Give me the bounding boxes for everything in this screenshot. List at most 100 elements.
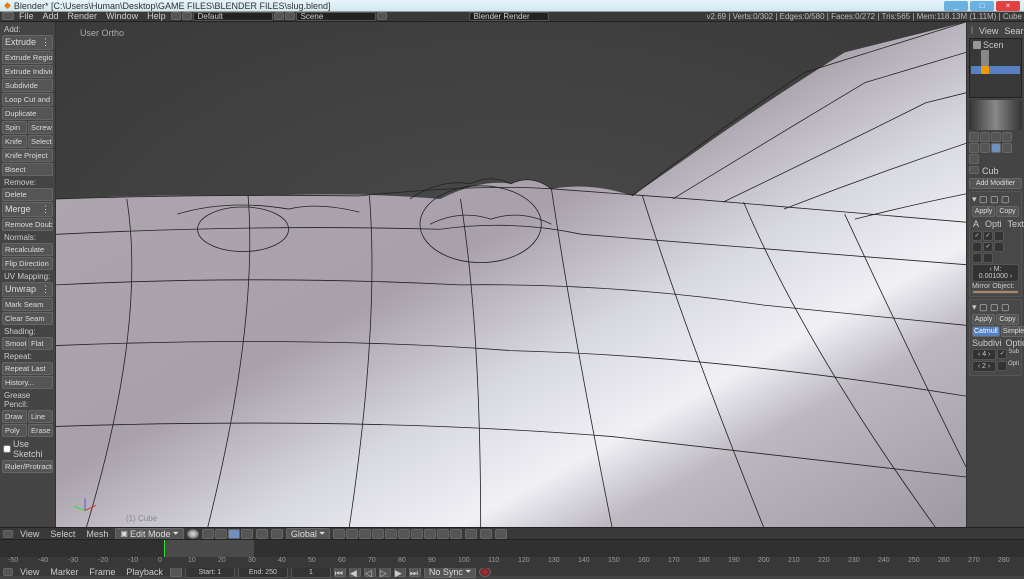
axis-y-check[interactable] (972, 242, 982, 252)
axis-z-check[interactable] (972, 253, 982, 263)
duplicate-button[interactable]: Duplicate (2, 107, 53, 120)
spin-button[interactable]: Spin (2, 121, 27, 134)
smooth-button[interactable]: Smoot (2, 337, 27, 350)
tab-material[interactable] (969, 154, 979, 164)
close-button[interactable]: × (996, 1, 1020, 11)
tab-world[interactable] (1002, 132, 1012, 142)
recalculate-button[interactable]: Recalculate (2, 243, 53, 256)
unwrap-button[interactable]: Unwrap ⋮ (2, 282, 53, 297)
clip-check[interactable] (983, 242, 993, 252)
cube-datablock-icon[interactable] (969, 166, 979, 174)
pivot-icon[interactable] (256, 529, 268, 539)
render-engine[interactable]: Blender Render (469, 12, 549, 21)
merge-button[interactable]: Merge ⋮ (2, 202, 53, 217)
manipulator-icon[interactable] (271, 529, 283, 539)
scene-name[interactable]: Scene (296, 12, 376, 21)
optimal-check[interactable] (997, 361, 1007, 371)
extrude-region-button[interactable]: Extrude Region (2, 51, 53, 64)
tab-object[interactable] (969, 143, 979, 153)
merge-limit-field[interactable]: ‹ M: 0.001000 › (972, 264, 1019, 282)
outliner-scene-item[interactable]: Scen (971, 40, 1020, 50)
knife-project-button[interactable]: Knife Project (2, 149, 53, 162)
extrude-individual-button[interactable]: Extrude Individu (2, 65, 53, 78)
timeline-cursor[interactable] (164, 540, 165, 557)
menu-render[interactable]: Render (64, 11, 102, 21)
flat-button[interactable]: Flat (28, 337, 53, 350)
ruler-button[interactable]: Ruler/Protractor (2, 460, 53, 473)
gp-line-button[interactable]: Line (28, 410, 53, 423)
tab-constraint[interactable] (980, 143, 990, 153)
sub-uv-check[interactable] (997, 349, 1007, 359)
outliner-view-menu[interactable]: View (979, 26, 998, 36)
mirror-object-field[interactable] (972, 290, 1019, 294)
minimize-button[interactable]: _ (944, 1, 968, 11)
timeline-track[interactable] (0, 540, 1024, 557)
add-modifier-button[interactable]: Add Modifier (969, 178, 1022, 189)
mirror-apply-button[interactable]: Apply (972, 206, 995, 217)
view3d-mesh-menu[interactable]: Mesh (82, 529, 112, 539)
layout-selector[interactable]: Default (193, 12, 273, 21)
mode-selector[interactable]: ▣ Edit Mode ⏷ (115, 528, 184, 540)
outliner-cube-item[interactable] (971, 66, 1020, 74)
outliner-search-menu[interactable]: Sear (1004, 26, 1023, 36)
view-subdivisions-field[interactable]: ‹ 4 › (972, 349, 996, 360)
outliner[interactable]: Scen (969, 38, 1022, 98)
view3d-view-menu[interactable]: View (16, 529, 43, 539)
render-subdivisions-field[interactable]: ‹ 2 › (972, 361, 996, 372)
scene-add[interactable] (377, 12, 387, 20)
loopcut-button[interactable]: Loop Cut and Sli (2, 93, 53, 106)
textv-check[interactable] (994, 242, 1004, 252)
gp-erase-button[interactable]: Erase (28, 424, 53, 437)
tab-renderlayer[interactable] (980, 132, 990, 142)
editor-type-icon[interactable] (2, 12, 14, 20)
layer-buttons[interactable] (333, 529, 462, 539)
orientation-selector[interactable]: Global ⏷ (286, 528, 330, 540)
vertex-select-icon[interactable] (202, 529, 214, 539)
simple-button[interactable]: Simple (1001, 326, 1024, 337)
history-button[interactable]: History... (2, 376, 53, 389)
extrude-button[interactable]: Extrude ⋮ (2, 35, 53, 50)
gp-poly-button[interactable]: Poly (2, 424, 27, 437)
bisect-button[interactable]: Bisect (2, 163, 53, 176)
outliner-render-item[interactable] (971, 50, 1020, 58)
maximize-button[interactable]: □ (970, 1, 994, 11)
layout-add[interactable] (274, 12, 284, 20)
catmull-button[interactable]: Catmull (972, 326, 1000, 337)
menu-file[interactable]: File (15, 11, 38, 21)
subsurf-copy-button[interactable]: Copy (996, 314, 1019, 325)
subsurf-header-icons[interactable]: ▾ ▢ ▢ ▢ (972, 302, 1010, 313)
tab-scene[interactable] (991, 132, 1001, 142)
knife-button[interactable]: Knife (2, 135, 27, 148)
subdivide-button[interactable]: Subdivide (2, 79, 53, 92)
vgroup-check[interactable] (983, 253, 993, 263)
shading-solid-icon[interactable] (187, 529, 199, 539)
edge-select-icon[interactable] (215, 529, 227, 539)
tab-render[interactable] (969, 132, 979, 142)
screw-button[interactable]: Screw (28, 121, 53, 134)
gp-draw-button[interactable]: Draw (2, 410, 27, 423)
view3d-editor-icon[interactable] (3, 530, 13, 538)
3d-viewport[interactable]: User Ortho (56, 22, 966, 528)
outliner-world-item[interactable] (971, 58, 1020, 66)
menu-help[interactable]: Help (143, 11, 170, 21)
scene-browse[interactable] (285, 12, 295, 20)
occlude-icon[interactable] (241, 529, 253, 539)
delete-button[interactable]: Delete (2, 188, 53, 201)
menu-add[interactable]: Add (39, 11, 63, 21)
menu-window[interactable]: Window (102, 11, 142, 21)
face-select-icon[interactable] (228, 529, 240, 539)
render-preview-icon[interactable] (495, 529, 507, 539)
view3d-select-menu[interactable]: Select (46, 529, 79, 539)
mark-seam-button[interactable]: Mark Seam (2, 298, 53, 311)
snap-type-icon[interactable] (480, 529, 492, 539)
subsurf-apply-button[interactable]: Apply (972, 314, 995, 325)
outliner-editor-icon[interactable] (971, 26, 973, 34)
clear-seam-button[interactable]: Clear Seam (2, 312, 53, 325)
fwd-button[interactable] (182, 12, 192, 20)
tab-modifier[interactable] (991, 143, 1001, 153)
textu-check[interactable] (994, 231, 1004, 241)
knife-select-button[interactable]: Select (28, 135, 53, 148)
flip-direction-button[interactable]: Flip Direction (2, 257, 53, 270)
timeline-editor-icon[interactable] (3, 568, 13, 576)
mirror-copy-button[interactable]: Copy (996, 206, 1019, 217)
